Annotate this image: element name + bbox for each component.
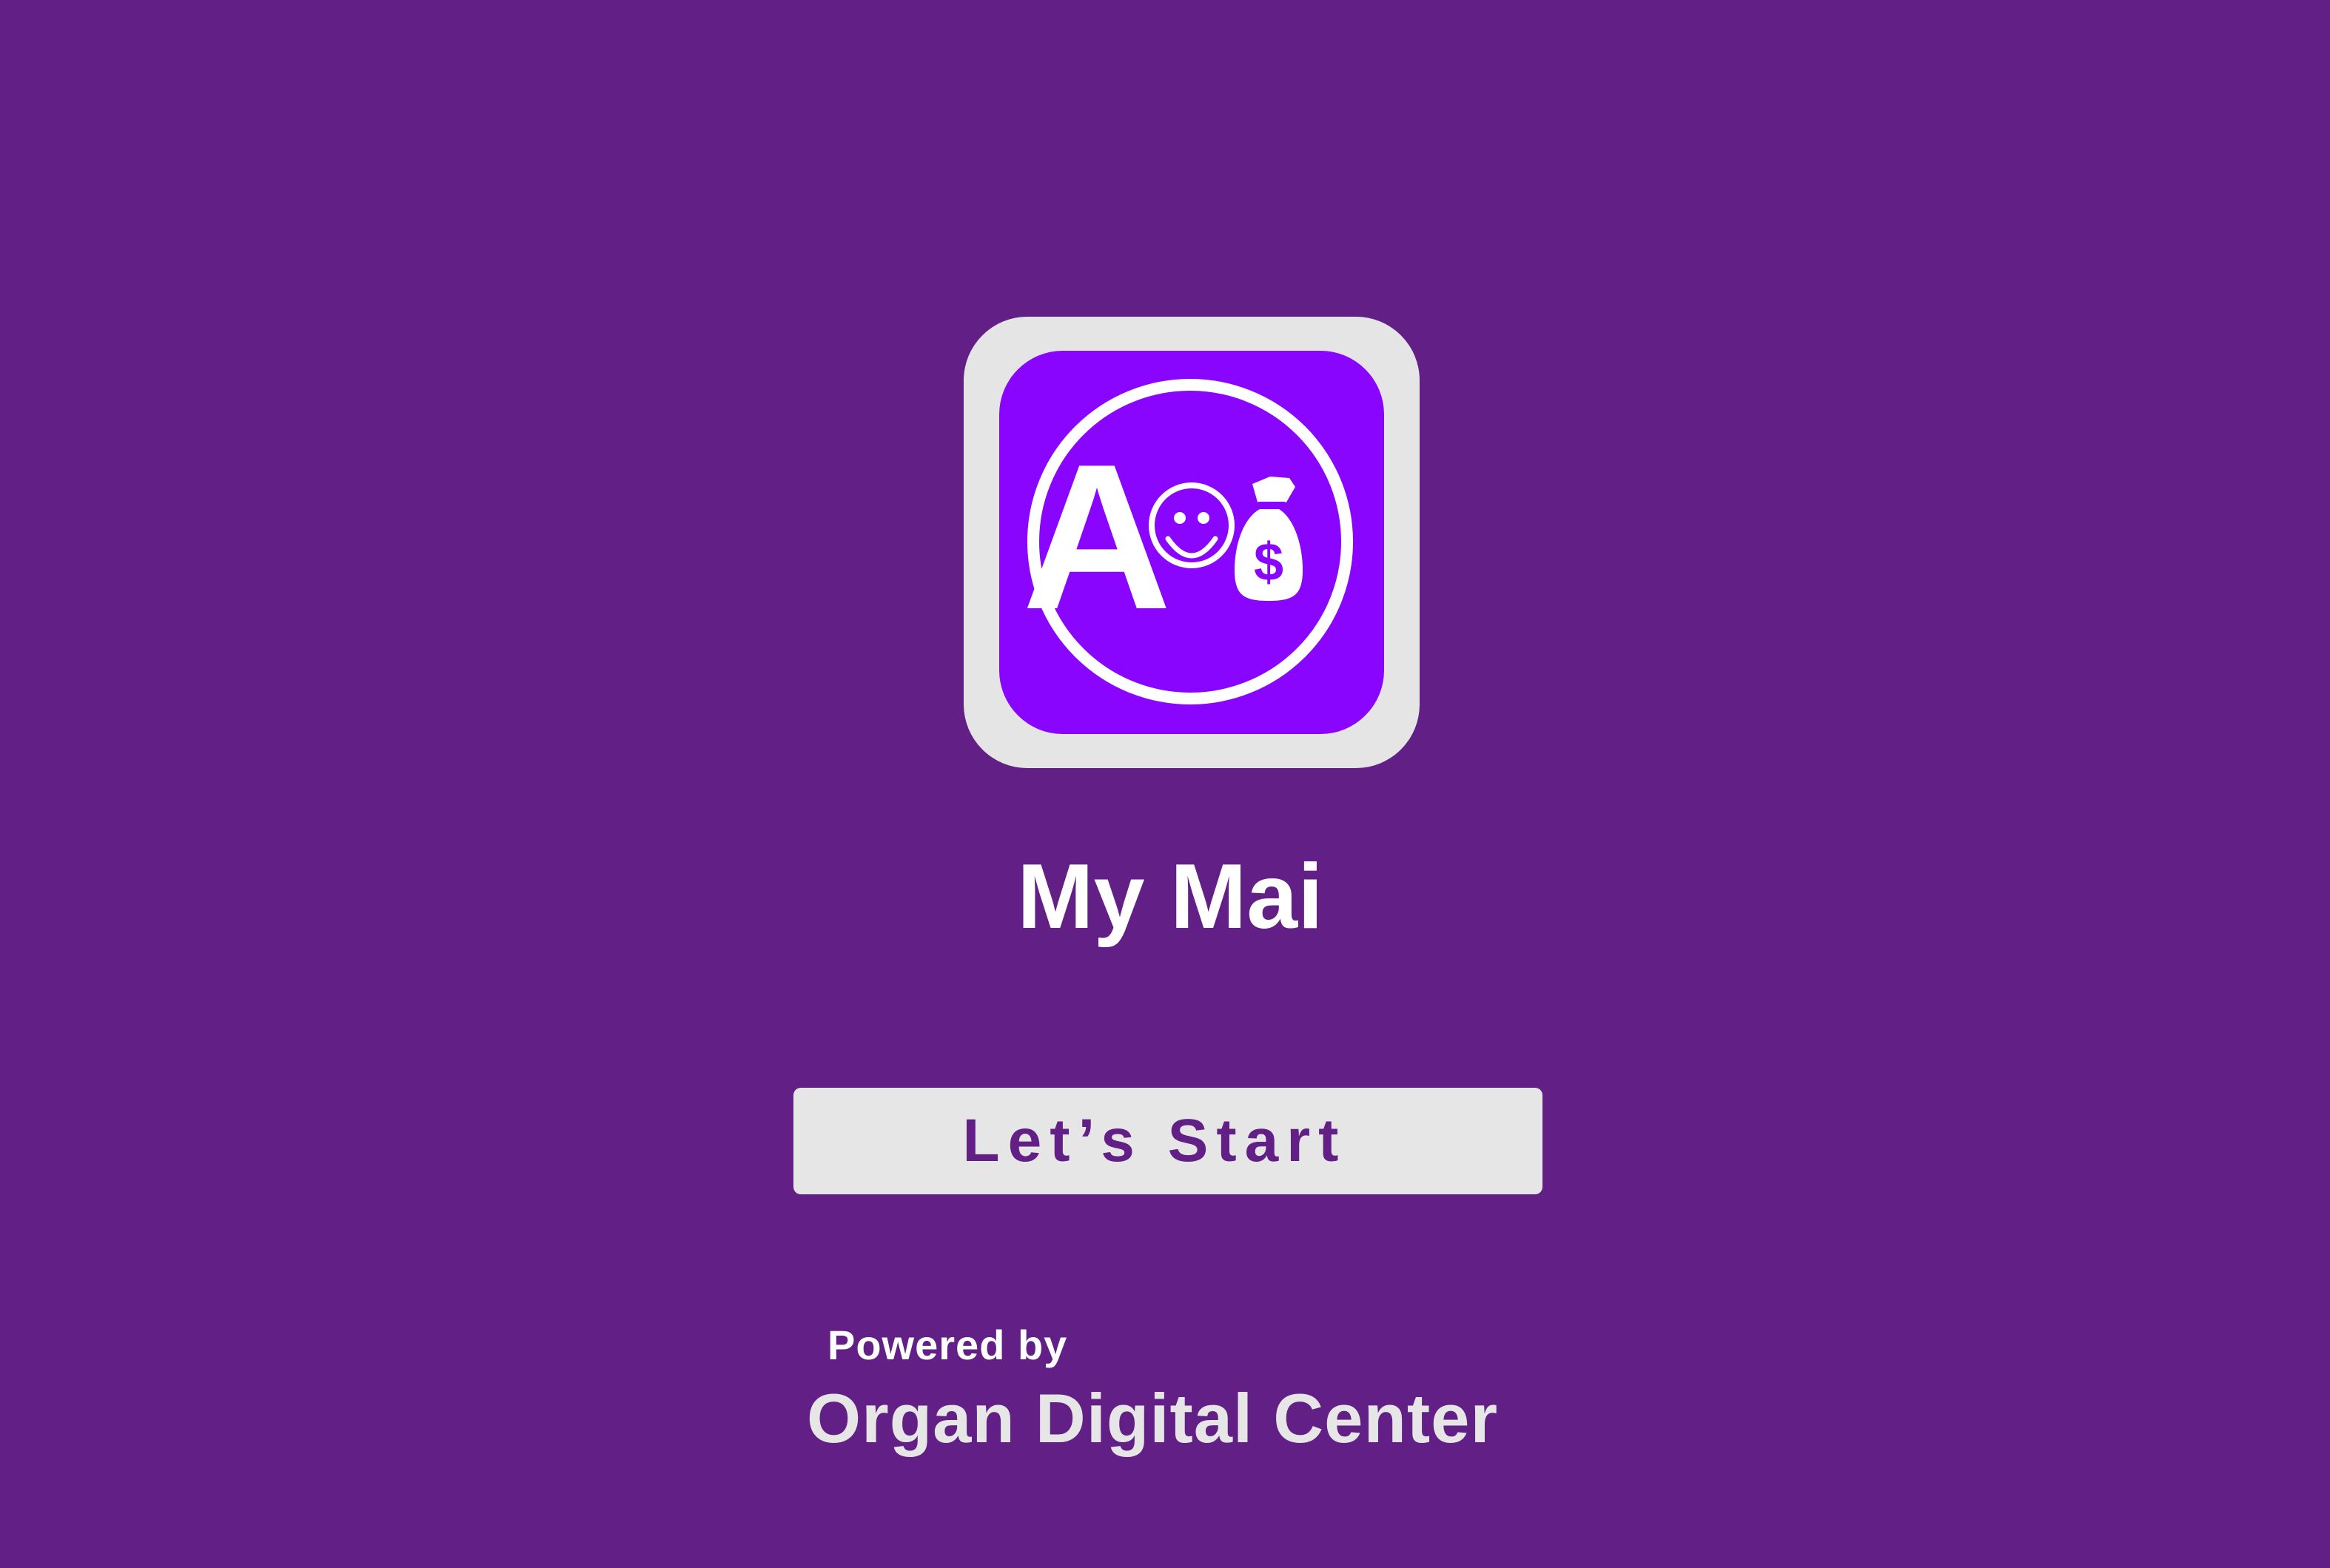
app-title: My Mai [1017, 846, 1323, 948]
app-logo-badge: A $ [999, 351, 1384, 734]
logo-letter: A [1022, 422, 1172, 653]
app-logo: A $ [964, 317, 1420, 768]
lets-start-label: Let’s Start [962, 1107, 1347, 1174]
lets-start-button[interactable]: Let’s Start [793, 1088, 1542, 1194]
smiley-icon [1149, 482, 1235, 568]
powered-by-label: Powered by [827, 1322, 1068, 1368]
company-name: Organ Digital Center [807, 1379, 1499, 1457]
a-smiley-money-bag-logo-icon: A $ [1022, 379, 1353, 704]
money-bag-icon: $ [1235, 477, 1303, 601]
svg-text:$: $ [1254, 533, 1283, 592]
